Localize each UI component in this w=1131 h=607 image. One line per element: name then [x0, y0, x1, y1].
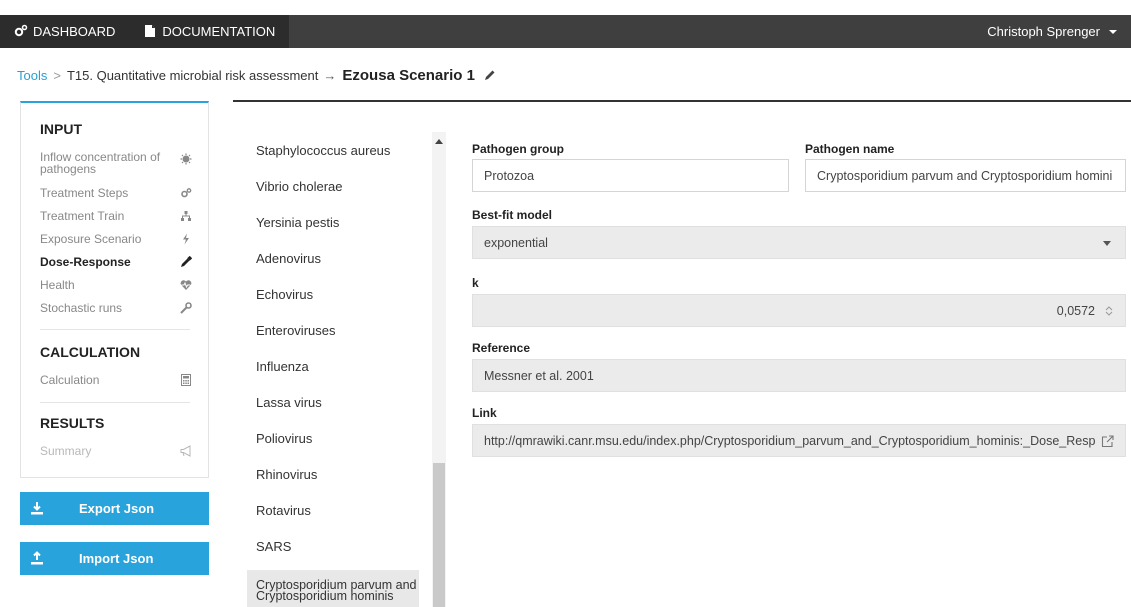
best-fit-model-value: exponential	[484, 235, 548, 250]
sidebar-item-label: Dose-Response	[40, 255, 131, 269]
sidebar-item-health[interactable]: Health	[40, 278, 192, 292]
best-fit-model-select[interactable]: exponential	[472, 226, 1126, 259]
pathogen-list-item[interactable]: Rotavirus	[247, 492, 419, 528]
link-label: Link	[472, 406, 497, 420]
pathogen-name-value: Cryptosporidium parvum and Cryptosporidi…	[817, 168, 1113, 183]
sidebar-item-exposure[interactable]: Exposure Scenario	[40, 233, 190, 245]
pencil-icon[interactable]	[484, 69, 496, 81]
sidebar-item-inflow[interactable]: Inflow concentration of pathogens	[40, 150, 192, 176]
chevron-down-icon	[1109, 29, 1117, 34]
export-json-label: Export Json	[79, 501, 155, 516]
nav-left: DASHBOARD DOCUMENTATION	[0, 15, 290, 48]
virus-icon	[180, 153, 192, 165]
reference-value: Messner et al. 2001	[484, 368, 594, 383]
import-json-label: Import Json	[79, 551, 154, 566]
pathogen-list-item-selected[interactable]: Cryptosporidium parvum and Cryptosporidi…	[247, 570, 419, 607]
user-name: Christoph Sprenger	[987, 24, 1100, 39]
sidebar: INPUT Inflow concentration of pathogens …	[20, 101, 209, 478]
pathogen-list-scrollbar[interactable]	[432, 132, 446, 607]
k-number-input[interactable]: 0,0572	[472, 294, 1126, 327]
k-label: k	[472, 276, 479, 290]
nav-documentation-label: DOCUMENTATION	[162, 24, 276, 39]
pathogen-list: Staphylococcus aureus Vibrio cholerae Ye…	[247, 132, 419, 607]
download-icon	[31, 502, 43, 515]
heartbeat-icon	[180, 280, 192, 290]
wrench-icon	[180, 302, 192, 314]
import-json-button[interactable]: Import Json	[20, 542, 209, 575]
top-navbar: DASHBOARD DOCUMENTATION Christoph Spreng…	[0, 15, 1131, 48]
breadcrumb-tool-name: T15. Quantitative microbial risk assessm…	[66, 67, 319, 83]
pathogen-list-item[interactable]: SARS	[247, 528, 419, 564]
breadcrumb: Tools > T15. Quantitative microbial risk…	[17, 64, 496, 86]
nav-dashboard-label: DASHBOARD	[33, 24, 116, 39]
sidebar-item-treatment-train[interactable]: Treatment Train	[40, 209, 191, 223]
sidebar-item-label: Treatment Train	[40, 209, 125, 223]
sidebar-item-label: Inflow concentration of pathogens	[40, 150, 161, 176]
pathogen-list-item[interactable]: Echovirus	[247, 276, 419, 312]
external-link-icon[interactable]	[1101, 435, 1114, 448]
selected-pathogen-line2: Cryptosporidium hominis	[256, 589, 394, 603]
sidebar-item-summary[interactable]: Summary	[40, 444, 191, 458]
pathogen-list-item[interactable]: Enteroviruses	[247, 312, 419, 348]
cogs-icon	[14, 24, 28, 37]
pathogen-list-item[interactable]: Staphylococcus aureus	[247, 132, 419, 168]
pathogen-group-field[interactable]: Protozoa	[472, 159, 789, 192]
sidebar-item-stochastic[interactable]: Stochastic runs	[40, 301, 192, 315]
pathogen-list-item[interactable]: Adenovirus	[247, 240, 419, 276]
pathogen-list-item[interactable]: Lassa virus	[247, 384, 419, 420]
sidebar-divider	[40, 402, 190, 403]
user-menu[interactable]: Christoph Sprenger	[977, 15, 1131, 48]
pathogen-list-item[interactable]: Rhinovirus	[247, 456, 419, 492]
cogs-icon	[181, 188, 192, 198]
sidebar-item-label: Stochastic runs	[40, 301, 123, 315]
pathogen-list-item[interactable]: Yersinia pestis	[247, 204, 419, 240]
sidebar-item-label: Exposure Scenario	[40, 232, 142, 246]
sidebar-item-label: Summary	[40, 444, 92, 458]
pathogen-list-item[interactable]: Poliovirus	[247, 420, 419, 456]
nav-documentation[interactable]: DOCUMENTATION	[129, 15, 290, 48]
export-json-button[interactable]: Export Json	[20, 492, 209, 525]
pathogen-group-value: Protozoa	[484, 168, 535, 183]
spinner-arrows-icon[interactable]	[1105, 305, 1113, 317]
calculation-section-title: CALCULATION	[40, 344, 141, 360]
nav-dashboard[interactable]: DASHBOARD	[0, 15, 130, 48]
link-field[interactable]: http://qmrawiki.canr.msu.edu/index.php/C…	[472, 424, 1126, 457]
sidebar-item-label: Treatment Steps	[40, 186, 129, 200]
best-fit-model-label: Best-fit model	[472, 208, 553, 222]
sidebar-divider	[40, 329, 190, 330]
pathogen-list-item[interactable]: Influenza	[247, 348, 419, 384]
reference-label: Reference	[472, 341, 531, 355]
breadcrumb-separator: >	[53, 67, 61, 83]
sidebar-item-dose-response[interactable]: Dose-Response	[40, 255, 192, 269]
results-section-title: RESULTS	[40, 415, 105, 431]
sidebar-item-treatment-steps[interactable]: Treatment Steps	[40, 186, 192, 200]
calculator-icon	[181, 374, 191, 386]
sidebar-item-label: Calculation	[40, 373, 100, 387]
bullhorn-icon	[180, 445, 191, 457]
main-top-rule	[233, 100, 1131, 102]
reference-field: Messner et al. 2001	[472, 359, 1126, 392]
sidebar-item-label: Health	[40, 278, 75, 292]
scenario-title: Ezousa Scenario 1	[342, 66, 475, 84]
chevron-down-icon	[1103, 241, 1111, 246]
pathogen-name-field[interactable]: Cryptosporidium parvum and Cryptosporidi…	[805, 159, 1126, 192]
breadcrumb-tools-link[interactable]: Tools	[17, 68, 47, 83]
pathogen-group-label: Pathogen group	[472, 142, 564, 156]
document-icon	[145, 25, 156, 37]
breadcrumb-arrow: →	[323, 67, 337, 83]
link-value: http://qmrawiki.canr.msu.edu/index.php/C…	[484, 433, 1096, 448]
input-section-title: INPUT	[40, 121, 82, 137]
scrollbar-thumb[interactable]	[433, 463, 445, 607]
sidebar-item-calculation[interactable]: Calculation	[40, 373, 191, 387]
upload-icon	[31, 551, 43, 565]
k-value: 0,0572	[1056, 303, 1095, 318]
scroll-up-icon[interactable]	[435, 139, 443, 144]
sitemap-icon	[181, 211, 191, 221]
bolt-icon	[183, 233, 189, 245]
eyedropper-icon	[181, 256, 192, 267]
pathogen-list-item[interactable]: Vibrio cholerae	[247, 168, 419, 204]
pathogen-name-label: Pathogen name	[805, 142, 895, 156]
